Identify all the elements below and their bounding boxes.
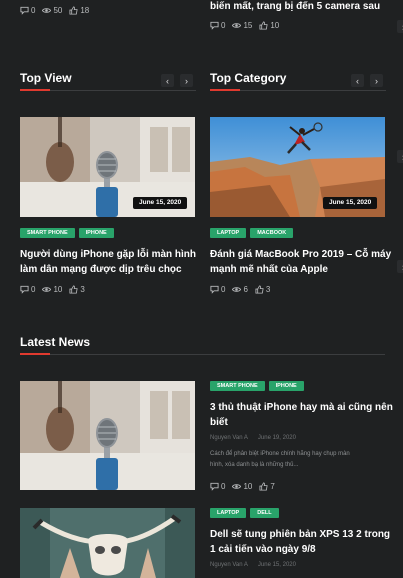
post-date: June 15, 2020 bbox=[257, 562, 296, 568]
prev-button[interactable]: ‹ bbox=[161, 74, 174, 87]
view-count: 15 bbox=[232, 21, 252, 30]
comment-icon bbox=[20, 285, 29, 294]
like-count: 3 bbox=[255, 285, 270, 294]
title-line: mạnh mẽ nhất của Apple bbox=[210, 264, 328, 275]
post-meta: 0 10 3 bbox=[20, 285, 85, 294]
tag-list: SMART PHONE IPHONE bbox=[210, 381, 304, 391]
title-line: 1 cải tiến vào ngày 9/8 bbox=[210, 544, 316, 555]
thumbs-up-icon bbox=[259, 482, 268, 491]
chevron-right-icon[interactable]: › bbox=[397, 260, 403, 273]
eye-icon bbox=[42, 285, 51, 294]
chevron-right-icon[interactable]: › bbox=[397, 150, 403, 163]
comment-icon bbox=[20, 6, 29, 15]
date-badge: June 15, 2020 bbox=[133, 197, 188, 209]
title-underline bbox=[20, 89, 50, 91]
eye-icon bbox=[42, 6, 51, 15]
tag-smart-phone[interactable]: SMART PHONE bbox=[20, 228, 75, 238]
title-line: Người dùng iPhone gặp lỗi màn hình bbox=[20, 249, 197, 260]
like-count: 18 bbox=[69, 6, 89, 15]
author-link[interactable]: Nguyen Van A bbox=[210, 562, 248, 568]
title-underline bbox=[210, 89, 240, 91]
post-title-link[interactable]: Dell sẽ tung phiên bản XPS 13 2 trong 1 … bbox=[210, 527, 395, 557]
next-button[interactable]: › bbox=[370, 74, 383, 87]
title-line: 3 thủ thuật iPhone hay mà ai cũng nên bbox=[210, 402, 393, 413]
tag-laptop[interactable]: LAPTOP bbox=[210, 228, 247, 238]
comment-count: 0 bbox=[20, 6, 35, 15]
post-date: June 19, 2020 bbox=[257, 435, 296, 441]
post-byline: Nguyen Van A June 19, 2020 bbox=[210, 435, 296, 441]
post-image[interactable] bbox=[20, 381, 195, 490]
post-byline: Nguyen Van A June 15, 2020 bbox=[210, 562, 296, 568]
title-line: Đánh giá MacBook Pro 2019 – Cỗ máy bbox=[210, 249, 392, 260]
section-title-latest-news: Latest News bbox=[20, 335, 91, 349]
view-count: 50 bbox=[42, 6, 62, 15]
comment-count: 0 bbox=[210, 21, 225, 30]
eye-icon bbox=[232, 285, 241, 294]
tag-dell[interactable]: DELL bbox=[250, 508, 279, 518]
microphone-photo bbox=[20, 381, 195, 490]
like-count: 10 bbox=[259, 21, 279, 30]
post-title-link[interactable]: Đánh giá MacBook Pro 2019 – Cỗ máy mạnh … bbox=[210, 247, 395, 277]
title-line: biết bbox=[210, 417, 228, 428]
post-excerpt: Cách để phân biệt iPhone chính hãng hay … bbox=[210, 451, 350, 468]
eye-icon bbox=[232, 21, 241, 30]
view-count: 10 bbox=[232, 482, 252, 491]
post-meta: 0 50 18 bbox=[20, 6, 89, 15]
section-title-top-category: Top Category bbox=[210, 71, 287, 85]
comment-icon bbox=[210, 21, 219, 30]
title-line: Dell sẽ tung phiên bản XPS 13 2 trong bbox=[210, 529, 391, 540]
thumbs-up-icon bbox=[69, 285, 78, 294]
comment-icon bbox=[210, 285, 219, 294]
tag-list: LAPTOP MACBOOK bbox=[210, 228, 294, 238]
post-title-link[interactable]: Người dùng iPhone gặp lỗi màn hình làm d… bbox=[20, 247, 200, 277]
tag-iphone[interactable]: IPHONE bbox=[268, 381, 304, 391]
thumbs-up-icon bbox=[259, 21, 268, 30]
post-title-link[interactable]: biến mất, trang bị đến 5 camera sau bbox=[210, 0, 380, 14]
thumbs-up-icon bbox=[255, 285, 264, 294]
skull-horns-photo bbox=[20, 508, 195, 578]
post-image[interactable] bbox=[20, 508, 195, 578]
post-meta: 0 6 3 bbox=[210, 285, 270, 294]
tag-laptop[interactable]: LAPTOP bbox=[210, 508, 247, 518]
post-meta: 0 15 10 bbox=[210, 21, 279, 30]
thumbs-up-icon bbox=[69, 6, 78, 15]
author-link[interactable]: Nguyen Van A bbox=[210, 435, 248, 441]
tag-list: LAPTOP DELL bbox=[210, 508, 279, 518]
tag-iphone[interactable]: IPHONE bbox=[78, 228, 114, 238]
comment-count: 0 bbox=[210, 285, 225, 294]
comment-count: 0 bbox=[210, 482, 225, 491]
chevron-right-icon[interactable]: › bbox=[397, 20, 403, 33]
title-line: làm dân mạng được dịp trêu chọc bbox=[20, 264, 182, 275]
view-count: 6 bbox=[232, 285, 248, 294]
tag-list: SMART PHONE IPHONE bbox=[20, 228, 114, 238]
tag-macbook[interactable]: MACBOOK bbox=[250, 228, 294, 238]
next-button[interactable]: › bbox=[180, 74, 193, 87]
date-badge: June 15, 2020 bbox=[323, 197, 378, 209]
comment-count: 0 bbox=[20, 285, 35, 294]
divider bbox=[20, 354, 385, 355]
post-meta: 0 10 7 bbox=[210, 482, 275, 491]
comment-icon bbox=[210, 482, 219, 491]
like-count: 3 bbox=[69, 285, 85, 294]
post-title-link[interactable]: 3 thủ thuật iPhone hay mà ai cũng nên bi… bbox=[210, 400, 395, 430]
eye-icon bbox=[232, 482, 241, 491]
tag-smart-phone[interactable]: SMART PHONE bbox=[210, 381, 265, 391]
like-count: 7 bbox=[259, 482, 275, 491]
view-count: 10 bbox=[42, 285, 62, 294]
section-title-top-view: Top View bbox=[20, 71, 72, 85]
prev-button[interactable]: ‹ bbox=[351, 74, 364, 87]
title-underline bbox=[20, 353, 50, 355]
